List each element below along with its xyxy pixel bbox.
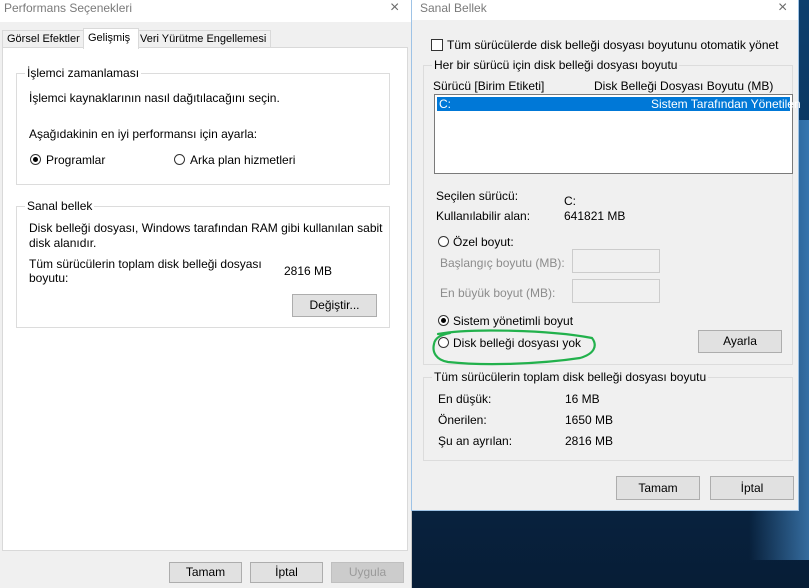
total-paging-group: Tüm sürücülerin toplam disk belleği dosy… [423,370,793,461]
custom-size-label[interactable]: Özel boyut: [453,235,514,249]
group-title: Her bir sürücü için disk belleği dosyası… [432,58,680,72]
available-space-value: 641821 MB [564,209,626,223]
max-size-input[interactable] [572,279,660,303]
total-size-label-2: boyutu: [29,271,69,285]
ok-button[interactable]: Tamam [616,476,700,500]
virtual-memory-description-2: disk alanıdır. [29,236,97,250]
minimum-value: 16 MB [565,392,600,406]
total-size-label-1: Tüm sürücülerin toplam disk belleği dosy… [29,257,262,271]
drive-column-header: Sürücü [Birim Etiketi] [433,79,545,93]
auto-manage-checkbox[interactable] [431,39,443,51]
initial-size-label: Başlangıç boyutu (MB): [440,256,565,270]
max-size-label: En büyük boyut (MB): [440,286,556,300]
virtual-memory-titlebar: Sanal Bellek × [412,0,798,20]
table-row[interactable]: C: Sistem Tarafından Yönetilen [437,97,801,111]
drive-cell: C: [439,97,451,111]
cancel-button[interactable]: İptal [710,476,794,500]
recommended-value: 1650 MB [565,413,614,427]
virtual-memory-description-1: Disk belleği dosyası, Windows tarafından… [29,221,383,235]
background-services-label[interactable]: Arka plan hizmetleri [190,153,295,167]
allocated-label: Şu an ayrılan: [438,434,513,448]
minimum-label: En düşük: [438,392,492,406]
window-title: Sanal Bellek [420,1,487,15]
tab-visual-effects[interactable]: Görsel Efektler [2,30,88,48]
total-size-value: 2816 MB [284,264,333,278]
initial-size-input[interactable] [572,249,660,273]
window-title: Performans Seçenekleri [4,1,133,15]
available-space-label: Kullanılabilir alan: [436,209,531,223]
processor-scheduling-group: İşlemci zamanlaması İşlemci kaynaklarını… [16,66,390,185]
close-icon[interactable]: × [390,0,399,18]
change-button[interactable]: Değiştir... [292,294,377,317]
drive-list[interactable]: C: Sistem Tarafından Yönetilen [434,94,801,174]
background-services-radio[interactable] [174,154,185,165]
system-managed-radio[interactable] [438,315,449,326]
cancel-button[interactable]: İptal [250,562,323,583]
cpu-prompt: Aşağıdakinin en iyi performansı için aya… [29,127,258,141]
programs-label[interactable]: Programlar [46,153,105,167]
ok-button[interactable]: Tamam [169,562,242,583]
virtual-memory-window: Sanal Bellek × Tüm sürücülerde disk bell… [411,0,801,511]
set-button[interactable]: Ayarla [698,330,782,353]
programs-radio[interactable] [30,154,41,165]
advanced-tab-panel: İşlemci zamanlaması İşlemci kaynaklarını… [2,47,408,551]
cpu-description: İşlemci kaynaklarının nasıl dağıtılacağı… [29,91,280,105]
recommended-label: Önerilen: [438,413,487,427]
auto-manage-label[interactable]: Tüm sürücülerde disk belleği dosyası boy… [447,38,779,52]
tab-advanced[interactable]: Gelişmiş [83,28,139,49]
tab-data-execution-prevention[interactable]: Veri Yürütme Engellemesi [135,30,271,48]
performance-options-titlebar: Performans Seçenekleri × [0,0,411,22]
close-icon[interactable]: × [778,0,787,18]
no-paging-file-label[interactable]: Disk belleği dosyası yok [453,336,581,350]
selected-drive-label: Seçilen sürücü: [436,189,519,203]
apply-button[interactable]: Uygula [331,562,404,583]
selected-drive-value: C: [564,194,576,208]
group-title: Tüm sürücülerin toplam disk belleği dosy… [432,370,709,384]
performance-options-window: Performans Seçenekleri × Görsel Efektler… [0,0,412,588]
virtual-memory-group: Sanal bellek Disk belleği dosyası, Windo… [16,199,390,328]
no-paging-file-radio[interactable] [438,337,449,348]
system-managed-label[interactable]: Sistem yönetimli boyut [453,314,573,328]
size-cell: Sistem Tarafından Yönetilen [651,97,801,111]
group-title: İşlemci zamanlaması [25,66,142,80]
group-title: Sanal bellek [25,199,95,213]
size-column-header: Disk Belleği Dosyası Boyutu (MB) [594,79,774,93]
allocated-value: 2816 MB [565,434,614,448]
custom-size-radio[interactable] [438,236,449,247]
